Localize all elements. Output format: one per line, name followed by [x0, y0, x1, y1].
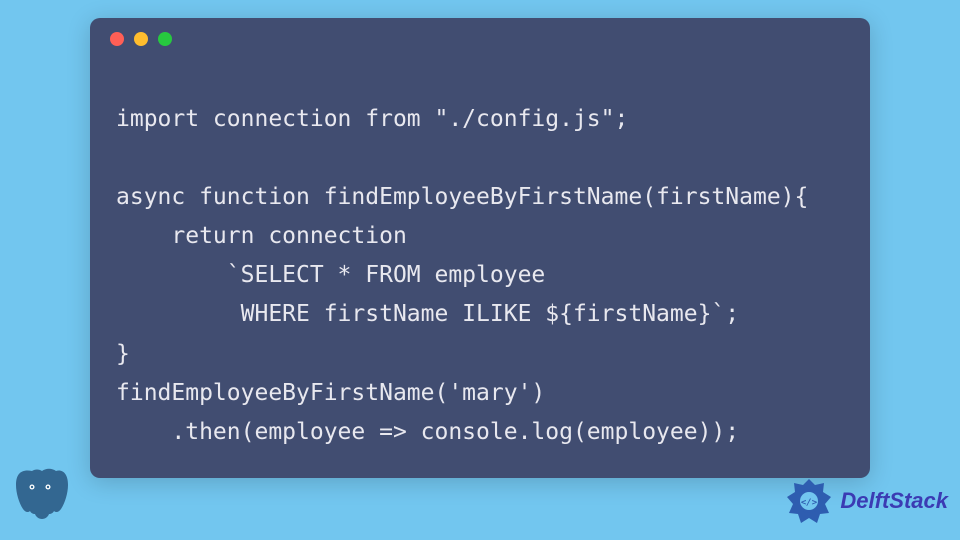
minimize-icon[interactable]	[134, 32, 148, 46]
code-line: import connection from "./config.js";	[116, 106, 628, 132]
maximize-icon[interactable]	[158, 32, 172, 46]
delftstack-logo-icon: </>	[784, 476, 834, 526]
close-icon[interactable]	[110, 32, 124, 46]
code-block: import connection from "./config.js"; as…	[90, 60, 870, 452]
svg-text:</>: </>	[801, 498, 818, 508]
code-line: findEmployeeByFirstName('mary')	[116, 380, 545, 406]
code-line: }	[116, 341, 130, 367]
code-line: .then(employee => console.log(employee))…	[116, 419, 739, 445]
window-titlebar	[90, 18, 870, 60]
postgresql-logo-icon	[8, 463, 72, 532]
code-line: return connection	[116, 223, 407, 249]
code-line: async function findEmployeeByFirstName(f…	[116, 184, 808, 210]
code-line: `SELECT * FROM employee	[116, 262, 545, 288]
brand-name: DelftStack	[840, 488, 948, 514]
code-line: WHERE firstName ILIKE ${firstName}`;	[116, 301, 739, 327]
code-window: import connection from "./config.js"; as…	[90, 18, 870, 478]
delftstack-brand: </> DelftStack	[784, 476, 948, 526]
